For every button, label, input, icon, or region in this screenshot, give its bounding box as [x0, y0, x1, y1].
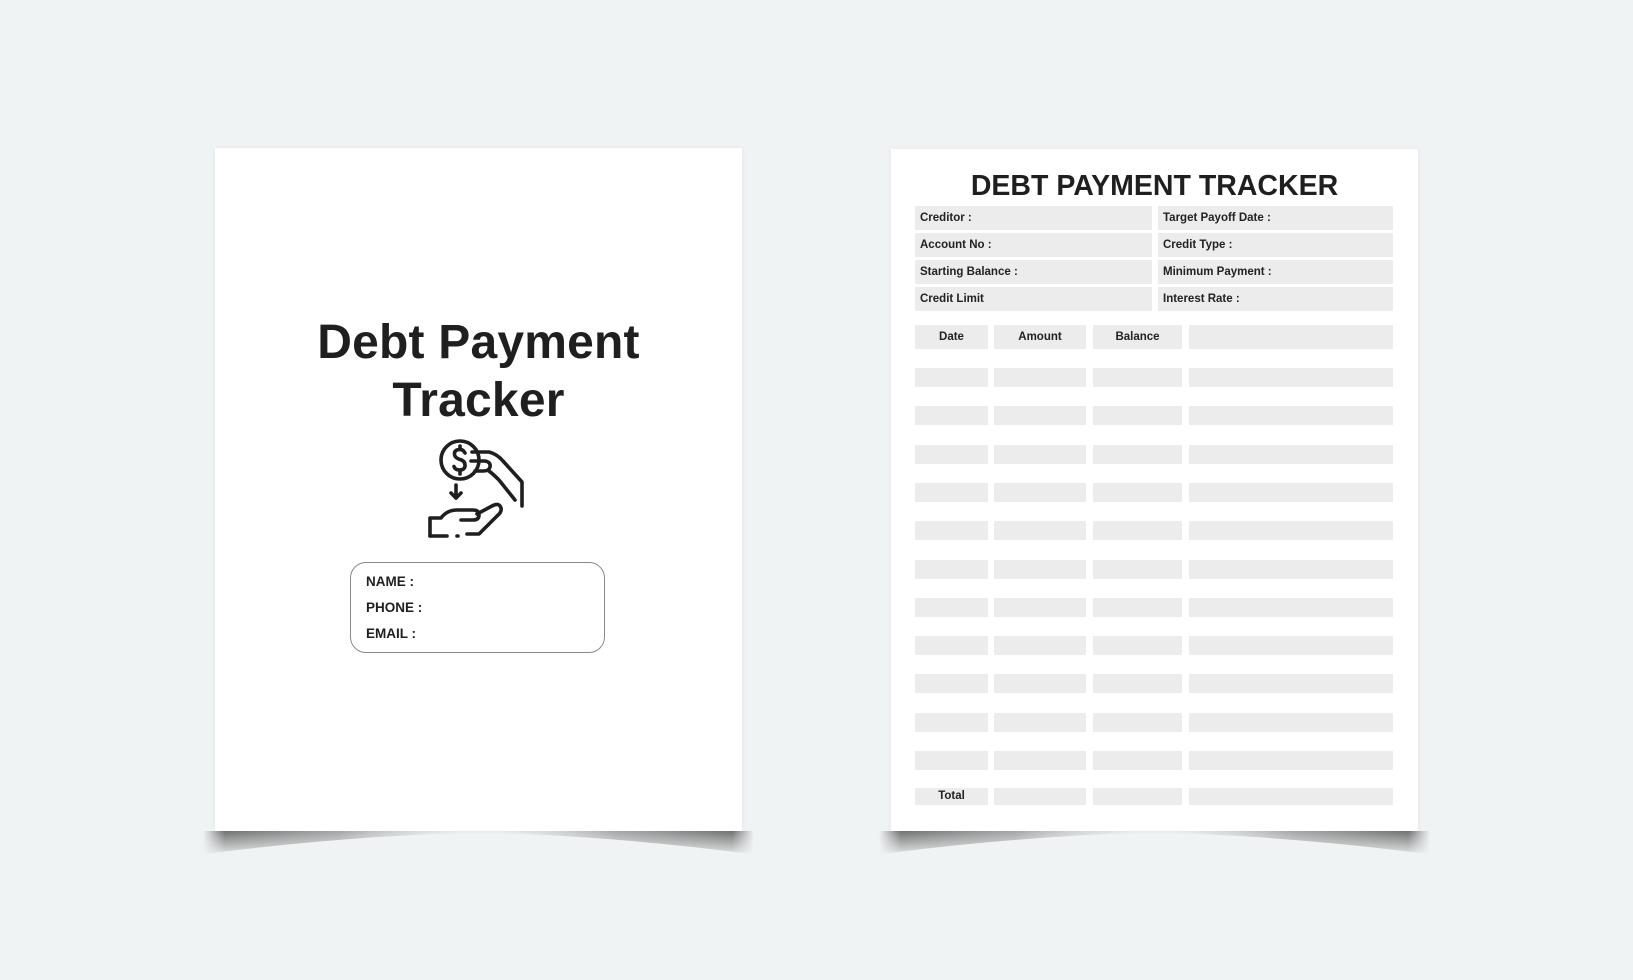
name-field[interactable]: NAME : [366, 574, 414, 589]
table-cell-notes[interactable] [1189, 560, 1393, 579]
table-cell-balance[interactable] [1093, 445, 1182, 464]
table-cell-amount[interactable] [994, 521, 1086, 540]
table-cell-balance[interactable] [1093, 368, 1182, 387]
phone-field[interactable]: PHONE : [366, 600, 422, 615]
table-cell-date[interactable] [915, 483, 988, 502]
field-starting-balance[interactable]: Starting Balance : [915, 260, 1152, 284]
table-cell-balance[interactable] [1093, 713, 1182, 732]
table-cell-notes[interactable] [1189, 483, 1393, 502]
table-cell-date[interactable] [915, 521, 988, 540]
table-cell-balance[interactable] [1093, 560, 1182, 579]
total-cell-amount[interactable] [994, 788, 1086, 805]
table-cell-notes[interactable] [1189, 598, 1393, 617]
table-cell-balance[interactable] [1093, 406, 1182, 425]
tracker-page: DEBT PAYMENT TRACKER Creditor : Account N… [891, 149, 1418, 831]
table-cell-date[interactable] [915, 598, 988, 617]
table-cell-amount[interactable] [994, 368, 1086, 387]
total-label: Total [915, 788, 988, 805]
table-cell-notes[interactable] [1189, 368, 1393, 387]
table-cell-balance[interactable] [1093, 521, 1182, 540]
tracker-page-shadow [879, 831, 1430, 857]
table-cell-amount[interactable] [994, 560, 1086, 579]
table-cell-date[interactable] [915, 674, 988, 693]
cover-page: Debt Payment Tracker NAME : PHONE : EMAI… [215, 148, 742, 831]
table-cell-date[interactable] [915, 445, 988, 464]
total-cell-balance[interactable] [1093, 788, 1182, 805]
table-cell-amount[interactable] [994, 636, 1086, 655]
field-target-payoff-date[interactable]: Target Payoff Date : [1158, 206, 1393, 230]
table-cell-date[interactable] [915, 368, 988, 387]
field-credit-type[interactable]: Credit Type : [1158, 233, 1393, 257]
table-cell-date[interactable] [915, 713, 988, 732]
table-cell-balance[interactable] [1093, 674, 1182, 693]
column-header-amount: Amount [994, 325, 1086, 349]
column-header-notes [1189, 325, 1393, 349]
cover-title: Debt Payment Tracker [215, 314, 742, 430]
table-cell-notes[interactable] [1189, 713, 1393, 732]
field-creditor[interactable]: Creditor : [915, 206, 1152, 230]
field-credit-limit[interactable]: Credit Limit [915, 287, 1152, 311]
table-cell-amount[interactable] [994, 406, 1086, 425]
table-cell-date[interactable] [915, 751, 988, 770]
cover-page-shadow [203, 831, 754, 857]
table-cell-notes[interactable] [1189, 636, 1393, 655]
field-interest-rate[interactable]: Interest Rate : [1158, 287, 1393, 311]
table-cell-balance[interactable] [1093, 636, 1182, 655]
table-cell-balance[interactable] [1093, 751, 1182, 770]
email-field[interactable]: EMAIL : [366, 626, 416, 641]
table-cell-date[interactable] [915, 406, 988, 425]
table-cell-balance[interactable] [1093, 483, 1182, 502]
column-header-date: Date [915, 325, 988, 349]
field-minimum-payment[interactable]: Minimum Payment : [1158, 260, 1393, 284]
contact-info-box: NAME : PHONE : EMAIL : [350, 562, 605, 653]
total-cell-notes[interactable] [1189, 788, 1393, 805]
table-cell-notes[interactable] [1189, 751, 1393, 770]
column-header-balance: Balance [1093, 325, 1182, 349]
table-cell-notes[interactable] [1189, 521, 1393, 540]
hand-giving-dollar-coin-icon [427, 438, 531, 542]
table-cell-amount[interactable] [994, 751, 1086, 770]
field-account-no[interactable]: Account No : [915, 233, 1152, 257]
table-cell-date[interactable] [915, 636, 988, 655]
table-cell-notes[interactable] [1189, 445, 1393, 464]
table-cell-notes[interactable] [1189, 674, 1393, 693]
table-cell-amount[interactable] [994, 445, 1086, 464]
table-cell-balance[interactable] [1093, 598, 1182, 617]
table-cell-amount[interactable] [994, 598, 1086, 617]
table-cell-amount[interactable] [994, 483, 1086, 502]
tracker-title: DEBT PAYMENT TRACKER [970, 170, 1339, 202]
table-cell-notes[interactable] [1189, 406, 1393, 425]
table-cell-amount[interactable] [994, 674, 1086, 693]
cover-title-line-2: Tracker [392, 374, 565, 427]
cover-title-line-1: Debt Payment [317, 316, 640, 369]
table-cell-amount[interactable] [994, 713, 1086, 732]
table-cell-date[interactable] [915, 560, 988, 579]
